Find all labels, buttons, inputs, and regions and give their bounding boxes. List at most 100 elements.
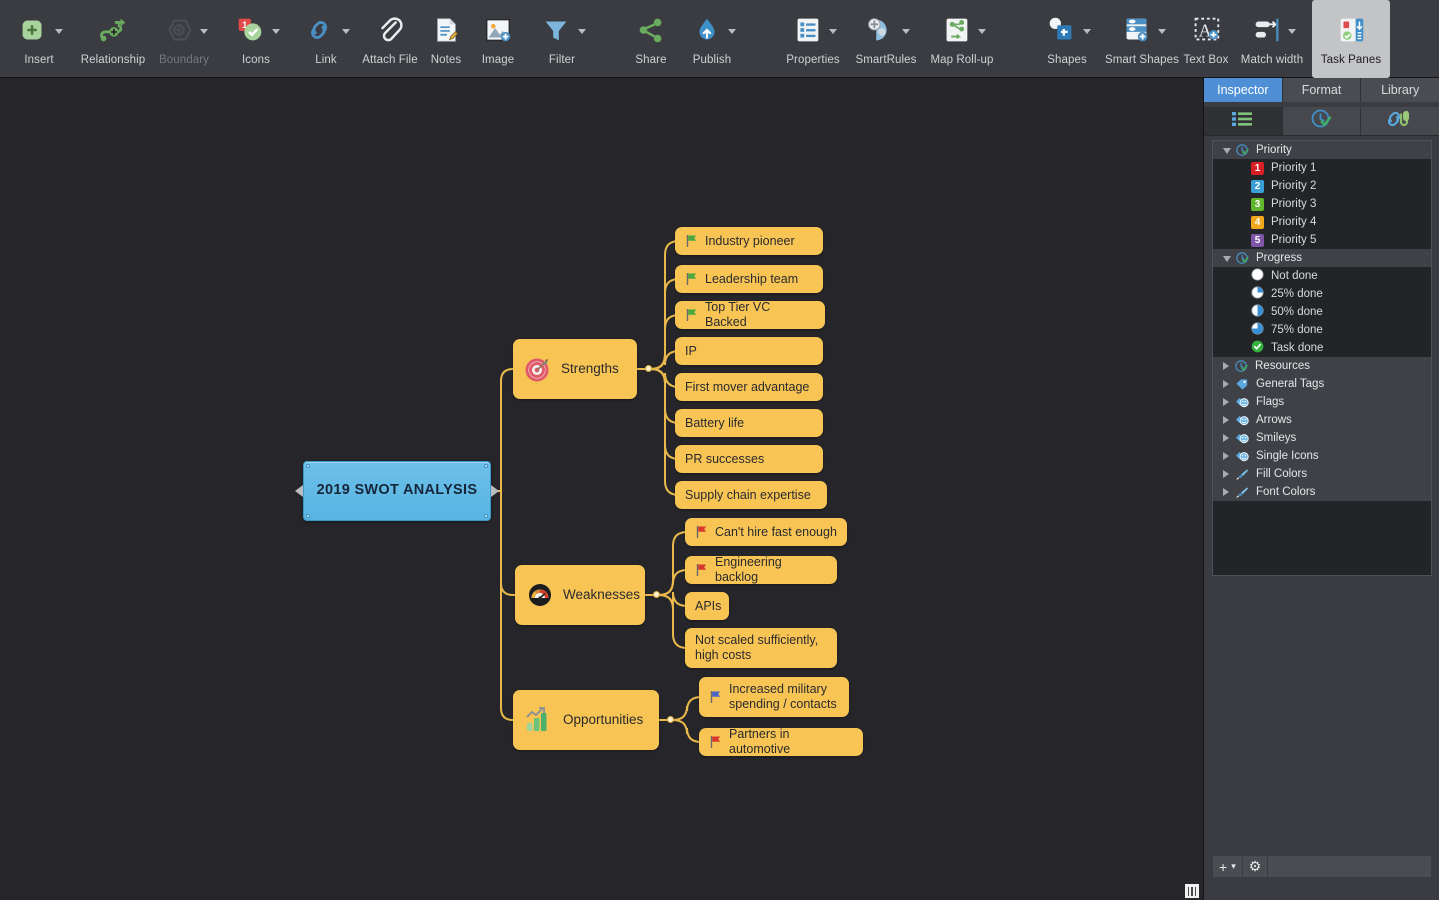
- chevron-down-icon[interactable]: [1287, 29, 1296, 34]
- chevron-down-icon[interactable]: [977, 29, 986, 34]
- toolbar-button-image[interactable]: Image: [472, 0, 524, 78]
- toolbar-button-link[interactable]: Link: [292, 0, 360, 78]
- mindmap-leaf-node[interactable]: Battery life: [675, 409, 823, 437]
- mindmap-leaf-node[interactable]: Partners in automotive: [699, 727, 863, 756]
- mindmap-leaf-node[interactable]: Engineering backlog: [685, 555, 837, 584]
- toolbar-button-map-roll-up[interactable]: Map Roll-up: [920, 0, 1004, 78]
- inspector-icon-tab[interactable]: [1282, 107, 1362, 135]
- mindmap-leaf-node[interactable]: First mover advantage: [675, 373, 823, 401]
- chevron-right-icon[interactable]: [1223, 362, 1229, 370]
- mindmap-leaf-node[interactable]: Top Tier VC Backed: [675, 300, 825, 329]
- chevron-right-icon[interactable]: [1223, 470, 1229, 478]
- mindmap-leaf-node[interactable]: Supply chain expertise: [675, 481, 827, 509]
- toolbar-button-match-width[interactable]: Match width: [1232, 0, 1312, 78]
- chevron-down-icon[interactable]: [271, 29, 280, 34]
- mindmap-canvas[interactable]: Strengths Industry pioneer Leadership te…: [0, 78, 1203, 900]
- chevron-down-icon[interactable]: [1223, 148, 1231, 154]
- chevron-right-icon[interactable]: [1223, 488, 1229, 496]
- mindmap-leaf-node[interactable]: Not scaled sufficiently, high costs: [685, 628, 837, 668]
- toolbar-button-notes[interactable]: Notes: [420, 0, 472, 78]
- chevron-right-icon[interactable]: [1223, 416, 1229, 424]
- chevron-down-icon[interactable]: [1223, 256, 1231, 262]
- selection-handle[interactable]: [484, 464, 488, 468]
- tree-item[interactable]: Task done: [1213, 339, 1431, 357]
- expand-left-arrow-icon[interactable]: [295, 485, 303, 497]
- toolbar-button-smartrules[interactable]: SmartRules: [852, 0, 920, 78]
- toolbar-button-share[interactable]: Share: [626, 0, 676, 78]
- connector-node-dot[interactable]: [653, 591, 660, 598]
- tree-item[interactable]: 25% done: [1213, 285, 1431, 303]
- tree-group-resources[interactable]: Resources: [1213, 357, 1431, 375]
- tree-group-smileys[interactable]: Smileys: [1213, 429, 1431, 447]
- toolbar-button-properties[interactable]: Properties: [774, 0, 852, 78]
- chevron-right-icon[interactable]: [1223, 452, 1229, 460]
- tree-item[interactable]: 2 Priority 2: [1213, 177, 1431, 195]
- tree-group-progress[interactable]: Progress: [1213, 249, 1431, 267]
- tree-group-general-tags[interactable]: General Tags: [1213, 375, 1431, 393]
- tree-item[interactable]: 1 Priority 1: [1213, 159, 1431, 177]
- tree-group-fill-colors[interactable]: Fill Colors: [1213, 465, 1431, 483]
- expand-right-arrow-icon[interactable]: [491, 485, 499, 497]
- toolbar-button-filter[interactable]: Filter: [524, 0, 600, 78]
- chevron-down-icon[interactable]: [199, 29, 208, 34]
- toolbar-button-smart-shapes[interactable]: Smart Shapes: [1104, 0, 1180, 78]
- inspector-icon-tab[interactable]: [1204, 107, 1283, 135]
- chevron-right-icon[interactable]: [1223, 398, 1229, 406]
- connector-node-dot[interactable]: [645, 365, 652, 372]
- mindmap-leaf-node[interactable]: Increased military spending / contacts: [699, 677, 849, 717]
- settings-gear-button[interactable]: ⚙: [1243, 856, 1269, 877]
- tree-group-flags[interactable]: Flags: [1213, 393, 1431, 411]
- tree-group-label: Progress: [1256, 252, 1303, 264]
- inspector-tab-library[interactable]: Library: [1361, 78, 1439, 102]
- tree-group-font-colors[interactable]: Font Colors: [1213, 483, 1431, 501]
- chevron-right-icon[interactable]: [1223, 434, 1229, 442]
- toolbar-button-icons[interactable]: 1 Icons: [220, 0, 292, 78]
- selection-handle[interactable]: [306, 464, 310, 468]
- add-button[interactable]: + ▾: [1213, 856, 1243, 877]
- chevron-right-icon[interactable]: [1223, 380, 1229, 388]
- mindmap-branch-node[interactable]: Weaknesses: [515, 565, 645, 625]
- inspector-tab-inspector[interactable]: Inspector: [1204, 78, 1283, 102]
- resize-grip[interactable]: [1185, 884, 1199, 898]
- chevron-down-icon[interactable]: [577, 29, 586, 34]
- tree-group-priority[interactable]: Priority: [1213, 141, 1431, 159]
- toolbar-button-boundary[interactable]: Boundary: [148, 0, 220, 78]
- chevron-down-icon[interactable]: [1157, 29, 1166, 34]
- mindmap-leaf-node[interactable]: APIs: [685, 592, 729, 620]
- toolbar-button-text-box[interactable]: A Text Box: [1180, 0, 1232, 78]
- mindmap-root-node[interactable]: 2019 SWOT ANALYSIS: [295, 461, 499, 521]
- tree-item[interactable]: Not done: [1213, 267, 1431, 285]
- mindmap-leaf-node[interactable]: Industry pioneer: [675, 227, 823, 255]
- tree-item[interactable]: 50% done: [1213, 303, 1431, 321]
- tree-group-arrows[interactable]: Arrows: [1213, 411, 1431, 429]
- mindmap-leaf-node[interactable]: Leadership team: [675, 265, 823, 293]
- tree-item[interactable]: 4 Priority 4: [1213, 213, 1431, 231]
- toolbar-button-publish[interactable]: Publish: [676, 0, 748, 78]
- chevron-down-icon[interactable]: [54, 29, 63, 34]
- chevron-down-icon[interactable]: [1082, 29, 1091, 34]
- chevron-down-icon[interactable]: [341, 29, 350, 34]
- toolbar-button-attach-file[interactable]: Attach File: [360, 0, 420, 78]
- tree-item[interactable]: 3 Priority 3: [1213, 195, 1431, 213]
- toolbar-button-relationship[interactable]: Relationship: [78, 0, 148, 78]
- toolbar-button-shapes[interactable]: Shapes: [1030, 0, 1104, 78]
- chevron-down-icon[interactable]: [828, 29, 837, 34]
- mindmap-leaf-node[interactable]: PR successes: [675, 445, 823, 473]
- selection-handle[interactable]: [484, 514, 488, 518]
- inspector-tab-format[interactable]: Format: [1282, 78, 1362, 102]
- connector-node-dot[interactable]: [667, 716, 674, 723]
- chevron-down-icon[interactable]: [727, 29, 736, 34]
- toolbar-button-task-panes[interactable]: Task Panes: [1312, 0, 1390, 78]
- selection-handle[interactable]: [306, 514, 310, 518]
- mindmap-leaf-node[interactable]: IP: [675, 337, 823, 365]
- tree-item[interactable]: 5 Priority 5: [1213, 231, 1431, 249]
- mindmap-branch-node[interactable]: Strengths: [513, 339, 637, 399]
- mindmap-branch-node[interactable]: Opportunities: [513, 690, 659, 750]
- inspector-icon-tab[interactable]: [1361, 107, 1439, 135]
- icon-library-tree[interactable]: Priority 1 Priority 1 2 Priority 2 3 Priority …: [1212, 140, 1432, 576]
- toolbar-button-insert[interactable]: Insert: [0, 0, 78, 78]
- tree-item[interactable]: 75% done: [1213, 321, 1431, 339]
- tree-group-single-icons[interactable]: Single Icons: [1213, 447, 1431, 465]
- mindmap-leaf-node[interactable]: Can't hire fast enough: [685, 518, 847, 546]
- chevron-down-icon[interactable]: [901, 29, 910, 34]
